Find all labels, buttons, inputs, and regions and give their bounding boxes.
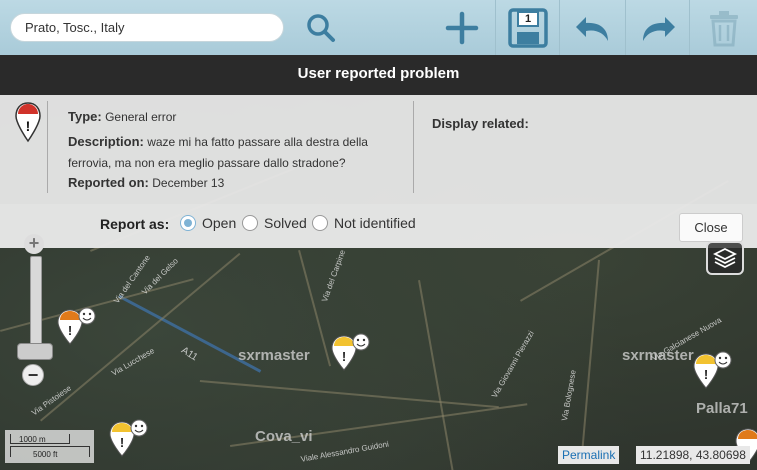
zoom-out-button[interactable]: − — [22, 364, 44, 386]
save-button[interactable]: 1 — [495, 0, 560, 55]
street-label: Via Lucchese — [110, 346, 156, 378]
redo-button[interactable] — [625, 0, 690, 55]
radio-open[interactable]: Open — [180, 215, 236, 231]
map-scale: 1000 m 5000 ft — [5, 430, 94, 463]
problem-marker-icon[interactable]: ! — [108, 418, 150, 460]
problem-marker-icon[interactable]: ! — [56, 306, 98, 348]
radio-button[interactable] — [180, 215, 196, 231]
permalink-link[interactable]: Permalink — [558, 446, 620, 464]
radio-label: Not identified — [334, 215, 416, 231]
radio-label: Solved — [264, 215, 307, 231]
user-label: sxrmaster — [238, 347, 310, 364]
display-related-label: Display related: — [432, 116, 529, 131]
radio-button[interactable] — [242, 215, 258, 231]
problem-marker-icon[interactable]: ! — [692, 350, 734, 392]
problem-marker-icon: ! — [15, 102, 41, 143]
street-label: Via del Cantone — [112, 253, 152, 306]
road — [580, 259, 600, 460]
save-count-badge: 1 — [524, 13, 532, 25]
undo-button[interactable] — [559, 0, 626, 55]
search-icon — [307, 13, 335, 42]
problem-marker-icon[interactable]: ! — [330, 332, 372, 374]
redo-icon — [643, 16, 675, 41]
layers-button[interactable] — [706, 241, 744, 275]
undo-icon — [576, 16, 608, 41]
search-input[interactable]: Prato, Tosc., Italy — [10, 13, 284, 42]
close-button[interactable]: Close — [679, 213, 743, 242]
add-icon — [445, 11, 479, 44]
svg-text:!: ! — [26, 118, 31, 134]
add-button[interactable] — [436, 0, 488, 55]
details-column: Type: General error Description: waze mi… — [47, 101, 414, 193]
zoom-slider-handle[interactable] — [17, 343, 53, 360]
problem-details-panel: ! Type: General error Description: waze … — [0, 95, 757, 204]
search-button[interactable] — [296, 0, 346, 55]
street-label: Viale Alessandro Guidoni — [300, 439, 390, 464]
street-label: Via del Carpine — [320, 248, 348, 304]
type-label: Type: — [68, 109, 102, 124]
scale-imperial: 5000 ft — [33, 450, 58, 459]
type-value: General error — [105, 110, 177, 124]
reported-on-value: December 13 — [152, 176, 225, 190]
radio-not-identified[interactable]: Not identified — [312, 215, 416, 231]
description-label: Description: — [68, 134, 144, 149]
user-label: sxrmaster — [622, 347, 694, 364]
reported-on-label: Reported on: — [68, 175, 149, 190]
radio-label: Open — [202, 215, 237, 231]
zoom-in-button[interactable]: + — [24, 234, 44, 254]
road — [199, 380, 499, 409]
user-label: Cova_vi — [255, 428, 313, 445]
radio-button[interactable] — [312, 215, 328, 231]
coordinates-readout: 11.21898, 43.80698 — [636, 446, 750, 464]
user-label: Palla71 — [696, 400, 748, 417]
street-label: Via Giovanni Pierazzi — [490, 329, 536, 400]
radio-solved[interactable]: Solved — [242, 215, 307, 231]
scale-metric: 1000 m — [19, 435, 46, 444]
road — [418, 280, 455, 470]
report-as-label: Report as: — [100, 216, 170, 232]
layers-icon — [713, 247, 737, 269]
panel-title: User reported problem — [0, 55, 757, 95]
street-label: A11 — [179, 345, 200, 364]
street-label: Via Bolognese — [560, 369, 578, 422]
delete-button[interactable] — [689, 0, 757, 55]
report-as-bar: Report as: Open Solved Not identified Cl… — [0, 204, 757, 248]
trash-icon — [710, 10, 738, 46]
top-toolbar: Prato, Tosc., Italy 1 — [0, 0, 757, 56]
svg-text:!: ! — [68, 323, 72, 338]
svg-text:!: ! — [704, 367, 708, 382]
svg-text:!: ! — [342, 349, 346, 364]
svg-text:!: ! — [120, 435, 124, 450]
